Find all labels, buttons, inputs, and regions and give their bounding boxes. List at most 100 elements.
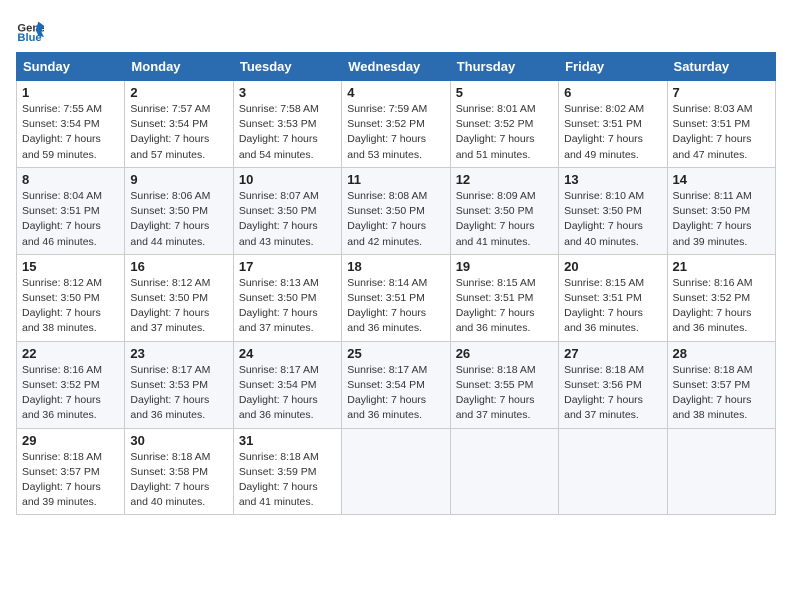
day-number: 11: [347, 172, 444, 187]
day-number: 1: [22, 85, 119, 100]
day-info: Sunrise: 8:06 AM Sunset: 3:50 PM Dayligh…: [130, 189, 227, 250]
day-info: Sunrise: 7:57 AM Sunset: 3:54 PM Dayligh…: [130, 102, 227, 163]
day-info: Sunrise: 8:02 AM Sunset: 3:51 PM Dayligh…: [564, 102, 661, 163]
col-thursday: Thursday: [450, 53, 558, 81]
header: General Blue: [16, 16, 776, 44]
table-cell: 26 Sunrise: 8:18 AM Sunset: 3:55 PM Dayli…: [450, 341, 558, 428]
table-cell: 15Sunrise: 8:12 AM Sunset: 3:50 PM Dayli…: [17, 254, 125, 341]
table-cell: 3 Sunrise: 7:58 AM Sunset: 3:53 PM Daylig…: [233, 81, 341, 168]
day-info: Sunrise: 8:13 AM Sunset: 3:50 PM Dayligh…: [239, 276, 336, 337]
day-info: Sunrise: 8:09 AM Sunset: 3:50 PM Dayligh…: [456, 189, 553, 250]
table-cell: 20 Sunrise: 8:15 AM Sunset: 3:51 PM Dayli…: [559, 254, 667, 341]
day-number: 30: [130, 433, 227, 448]
table-cell: 19 Sunrise: 8:15 AM Sunset: 3:51 PM Dayli…: [450, 254, 558, 341]
day-info: Sunrise: 8:18 AM Sunset: 3:57 PM Dayligh…: [22, 450, 119, 511]
day-number: 18: [347, 259, 444, 274]
day-number: 16: [130, 259, 227, 274]
day-info: Sunrise: 8:08 AM Sunset: 3:50 PM Dayligh…: [347, 189, 444, 250]
calendar-week-row: 22 Sunrise: 8:16 AM Sunset: 3:52 PM Dayli…: [17, 341, 776, 428]
day-info: Sunrise: 8:10 AM Sunset: 3:50 PM Dayligh…: [564, 189, 661, 250]
table-cell: 13 Sunrise: 8:10 AM Sunset: 3:50 PM Dayli…: [559, 167, 667, 254]
table-cell: [667, 428, 775, 515]
table-cell: 10 Sunrise: 8:07 AM Sunset: 3:50 PM Dayli…: [233, 167, 341, 254]
calendar-header-row: Sunday Monday Tuesday Wednesday Thursday…: [17, 53, 776, 81]
day-number: 8: [22, 172, 119, 187]
table-cell: 25Sunrise: 8:17 AM Sunset: 3:54 PM Dayli…: [342, 341, 450, 428]
day-number: 14: [673, 172, 770, 187]
calendar-week-row: 1 Sunrise: 7:55 AM Sunset: 3:54 PM Daylig…: [17, 81, 776, 168]
table-cell: 31 Sunrise: 8:18 AM Sunset: 3:59 PM Dayli…: [233, 428, 341, 515]
day-number: 20: [564, 259, 661, 274]
table-cell: 17 Sunrise: 8:13 AM Sunset: 3:50 PM Dayli…: [233, 254, 341, 341]
day-info: Sunrise: 8:17 AM Sunset: 3:53 PM Dayligh…: [130, 363, 227, 424]
table-cell: 27 Sunrise: 8:18 AM Sunset: 3:56 PM Dayli…: [559, 341, 667, 428]
col-tuesday: Tuesday: [233, 53, 341, 81]
day-number: 4: [347, 85, 444, 100]
day-info: Sunrise: 8:18 AM Sunset: 3:58 PM Dayligh…: [130, 450, 227, 511]
day-number: 15: [22, 259, 119, 274]
day-info: Sunrise: 8:12 AM Sunset: 3:50 PM Dayligh…: [130, 276, 227, 337]
table-cell: 18 Sunrise: 8:14 AM Sunset: 3:51 PM Dayli…: [342, 254, 450, 341]
calendar-week-row: 15 Sunrise: 8:12 AM Sunset: 3:50 PM Dayli…: [17, 254, 776, 341]
day-info: Sunrise: 8:16 AM Sunset: 3:52 PM Dayligh…: [22, 363, 119, 424]
day-number: 29: [22, 433, 119, 448]
calendar-week-row: 8Sunrise: 8:04 AM Sunset: 3:51 PM Daylig…: [17, 167, 776, 254]
table-cell: 22 Sunrise: 8:16 AM Sunset: 3:52 PM Dayli…: [17, 341, 125, 428]
day-number: 19: [456, 259, 553, 274]
day-number: 9: [130, 172, 227, 187]
table-cell: 4 Sunrise: 7:59 AM Sunset: 3:52 PM Daylig…: [342, 81, 450, 168]
table-cell: 7 Sunrise: 8:03 AM Sunset: 3:51 PM Daylig…: [667, 81, 775, 168]
table-cell: 5Sunrise: 8:01 AM Sunset: 3:52 PM Daylig…: [450, 81, 558, 168]
table-cell: [450, 428, 558, 515]
table-cell: [559, 428, 667, 515]
day-info: Sunrise: 8:18 AM Sunset: 3:59 PM Dayligh…: [239, 450, 336, 511]
day-info: Sunrise: 8:03 AM Sunset: 3:51 PM Dayligh…: [673, 102, 770, 163]
day-info: Sunrise: 8:15 AM Sunset: 3:51 PM Dayligh…: [456, 276, 553, 337]
table-cell: 11 Sunrise: 8:08 AM Sunset: 3:50 PM Dayli…: [342, 167, 450, 254]
table-cell: 21 Sunrise: 8:16 AM Sunset: 3:52 PM Dayli…: [667, 254, 775, 341]
day-info: Sunrise: 7:58 AM Sunset: 3:53 PM Dayligh…: [239, 102, 336, 163]
table-cell: 24Sunrise: 8:17 AM Sunset: 3:54 PM Dayli…: [233, 341, 341, 428]
table-cell: 14Sunrise: 8:11 AM Sunset: 3:50 PM Dayli…: [667, 167, 775, 254]
table-cell: 12 Sunrise: 8:09 AM Sunset: 3:50 PM Dayli…: [450, 167, 558, 254]
day-number: 28: [673, 346, 770, 361]
day-number: 2: [130, 85, 227, 100]
col-wednesday: Wednesday: [342, 53, 450, 81]
page-wrapper: General Blue Sunday Monday Tuesday Wedne…: [16, 16, 776, 515]
day-number: 23: [130, 346, 227, 361]
day-number: 13: [564, 172, 661, 187]
col-friday: Friday: [559, 53, 667, 81]
col-sunday: Sunday: [17, 53, 125, 81]
day-number: 12: [456, 172, 553, 187]
day-info: Sunrise: 7:55 AM Sunset: 3:54 PM Dayligh…: [22, 102, 119, 163]
col-saturday: Saturday: [667, 53, 775, 81]
table-cell: 30 Sunrise: 8:18 AM Sunset: 3:58 PM Dayli…: [125, 428, 233, 515]
day-number: 31: [239, 433, 336, 448]
day-number: 27: [564, 346, 661, 361]
day-number: 22: [22, 346, 119, 361]
logo-icon: General Blue: [16, 16, 44, 44]
day-number: 7: [673, 85, 770, 100]
day-number: 17: [239, 259, 336, 274]
table-cell: 23 Sunrise: 8:17 AM Sunset: 3:53 PM Dayli…: [125, 341, 233, 428]
day-info: Sunrise: 8:15 AM Sunset: 3:51 PM Dayligh…: [564, 276, 661, 337]
day-number: 6: [564, 85, 661, 100]
table-cell: 29 Sunrise: 8:18 AM Sunset: 3:57 PM Dayli…: [17, 428, 125, 515]
day-info: Sunrise: 8:16 AM Sunset: 3:52 PM Dayligh…: [673, 276, 770, 337]
day-info: Sunrise: 8:18 AM Sunset: 3:55 PM Dayligh…: [456, 363, 553, 424]
table-cell: 9 Sunrise: 8:06 AM Sunset: 3:50 PM Daylig…: [125, 167, 233, 254]
calendar-week-row: 29 Sunrise: 8:18 AM Sunset: 3:57 PM Dayli…: [17, 428, 776, 515]
col-monday: Monday: [125, 53, 233, 81]
table-cell: 28 Sunrise: 8:18 AM Sunset: 3:57 PM Dayli…: [667, 341, 775, 428]
day-number: 26: [456, 346, 553, 361]
table-cell: 2 Sunrise: 7:57 AM Sunset: 3:54 PM Daylig…: [125, 81, 233, 168]
day-number: 10: [239, 172, 336, 187]
day-info: Sunrise: 7:59 AM Sunset: 3:52 PM Dayligh…: [347, 102, 444, 163]
day-number: 21: [673, 259, 770, 274]
day-info: Sunrise: 8:18 AM Sunset: 3:56 PM Dayligh…: [564, 363, 661, 424]
day-info: Sunrise: 8:07 AM Sunset: 3:50 PM Dayligh…: [239, 189, 336, 250]
table-cell: [342, 428, 450, 515]
day-info: Sunrise: 8:14 AM Sunset: 3:51 PM Dayligh…: [347, 276, 444, 337]
day-info: Sunrise: 8:18 AM Sunset: 3:57 PM Dayligh…: [673, 363, 770, 424]
day-number: 3: [239, 85, 336, 100]
